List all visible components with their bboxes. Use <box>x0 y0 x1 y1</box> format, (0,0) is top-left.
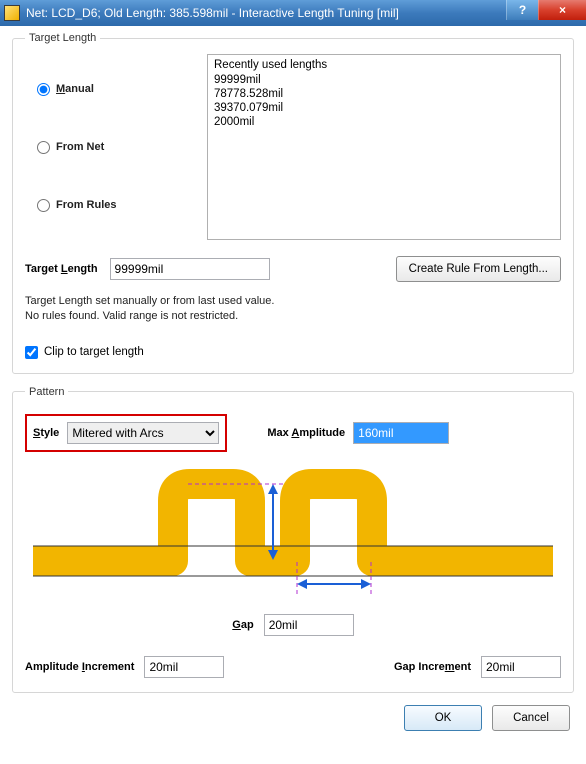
radio-manual-rest: anual <box>65 83 94 95</box>
list-item[interactable]: 39370.079mil <box>214 101 554 115</box>
clip-checkbox[interactable] <box>25 346 38 359</box>
recent-lengths-list[interactable]: Recently used lengths 99999mil 78778.528… <box>207 54 561 240</box>
radio-from-net-input[interactable] <box>37 141 50 154</box>
radio-manual[interactable]: Manual <box>37 83 193 96</box>
gap-increment-label: Gap Increment <box>394 661 471 673</box>
title-bar: Net: LCD_D6; Old Length: 385.598mil - In… <box>0 0 586 26</box>
style-select[interactable]: Mitered with Arcs <box>67 422 219 444</box>
radio-from-rules[interactable]: From Rules <box>37 199 193 212</box>
ok-button[interactable]: OK <box>404 705 482 731</box>
max-amplitude-label: Max Amplitude <box>267 427 345 439</box>
target-length-legend: Target Length <box>25 32 100 44</box>
radio-from-net-label: From Net <box>56 141 104 153</box>
recent-lengths-header: Recently used lengths <box>214 59 554 71</box>
target-length-group: Target Length Manual From Net From Rules… <box>12 32 574 374</box>
radio-from-rules-label: From Rules <box>56 199 117 211</box>
gap-increment-input[interactable] <box>481 656 561 678</box>
radio-manual-input[interactable] <box>37 83 50 96</box>
amplitude-increment-input[interactable] <box>144 656 224 678</box>
amplitude-increment-label: Amplitude Increment <box>25 661 134 673</box>
help-button[interactable]: ? <box>506 0 538 20</box>
serpentine-diagram <box>33 466 553 606</box>
list-item[interactable]: 2000mil <box>214 115 554 129</box>
window-title: Net: LCD_D6; Old Length: 385.598mil - In… <box>26 6 399 20</box>
radio-from-rules-input[interactable] <box>37 199 50 212</box>
target-length-label: Target Length <box>25 263 98 275</box>
clip-label: Clip to target length <box>44 346 144 358</box>
style-highlight-box: Style Mitered with Arcs <box>25 414 227 452</box>
close-button[interactable]: × <box>538 0 586 20</box>
style-label: Style <box>33 427 59 439</box>
clip-checkbox-row[interactable]: Clip to target length <box>25 346 561 359</box>
list-item[interactable]: 99999mil <box>214 73 554 87</box>
create-rule-button[interactable]: Create Rule From Length... <box>396 256 561 282</box>
target-length-note: Target Length set manually or from last … <box>25 294 561 324</box>
cancel-button[interactable]: Cancel <box>492 705 570 731</box>
max-amplitude-input[interactable] <box>353 422 449 444</box>
radio-from-net[interactable]: From Net <box>37 141 193 154</box>
target-length-input[interactable] <box>110 258 270 280</box>
gap-input[interactable] <box>264 614 354 636</box>
gap-label: Gap <box>232 619 253 631</box>
pattern-group: Pattern Style Mitered with Arcs Max Ampl… <box>12 386 574 693</box>
app-icon <box>4 5 20 21</box>
list-item[interactable]: 78778.528mil <box>214 87 554 101</box>
pattern-legend: Pattern <box>25 386 68 398</box>
